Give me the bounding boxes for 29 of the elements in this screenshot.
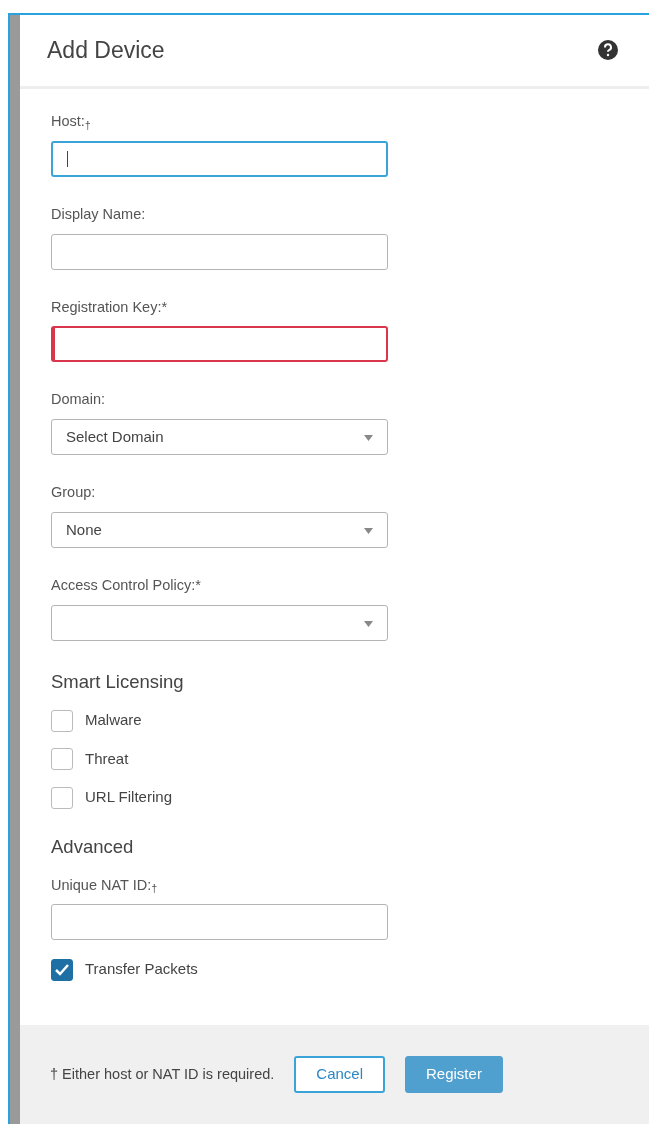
field-label: Access Control Policy:*	[51, 575, 202, 595]
field-label: Display Name:	[51, 204, 147, 224]
cancel-button[interactable]: Cancel	[294, 1056, 385, 1093]
dropdown-arrow-icon	[364, 435, 373, 441]
select-field[interactable]: Select Domain	[51, 419, 388, 455]
checkbox-option[interactable]: Malware	[51, 709, 619, 732]
checkbox-option[interactable]: Threat	[51, 747, 619, 771]
field-label: Host:$_{†}$	[51, 112, 92, 133]
input-field[interactable]	[51, 326, 388, 363]
dropdown-arrow-icon	[364, 527, 373, 534]
checkbox-option[interactable]: URL Filtering	[51, 786, 619, 809]
field-label: Domain:	[51, 390, 106, 410]
help-icon[interactable]	[597, 39, 619, 61]
field-label: Registration Key:*	[51, 297, 169, 317]
input-field[interactable]	[51, 140, 388, 177]
text-caret	[67, 150, 68, 167]
input-field[interactable]	[51, 904, 388, 941]
checkmark-icon	[54, 962, 70, 977]
checkbox-option[interactable]: Transfer Packets	[51, 958, 619, 981]
dialog-title: Add Device	[47, 36, 165, 65]
dropdown-arrow-icon	[364, 620, 373, 627]
footnote: † Either host or NAT ID is required.	[50, 1064, 275, 1084]
select-field[interactable]	[51, 604, 388, 641]
section-heading: Advanced	[51, 834, 135, 859]
section-heading: Smart Licensing	[51, 669, 185, 694]
field-label: Group:	[51, 483, 97, 502]
select-field[interactable]: None	[51, 511, 388, 548]
input-field[interactable]	[51, 233, 388, 270]
field-label: Unique NAT ID:$_{†}$	[51, 875, 159, 897]
